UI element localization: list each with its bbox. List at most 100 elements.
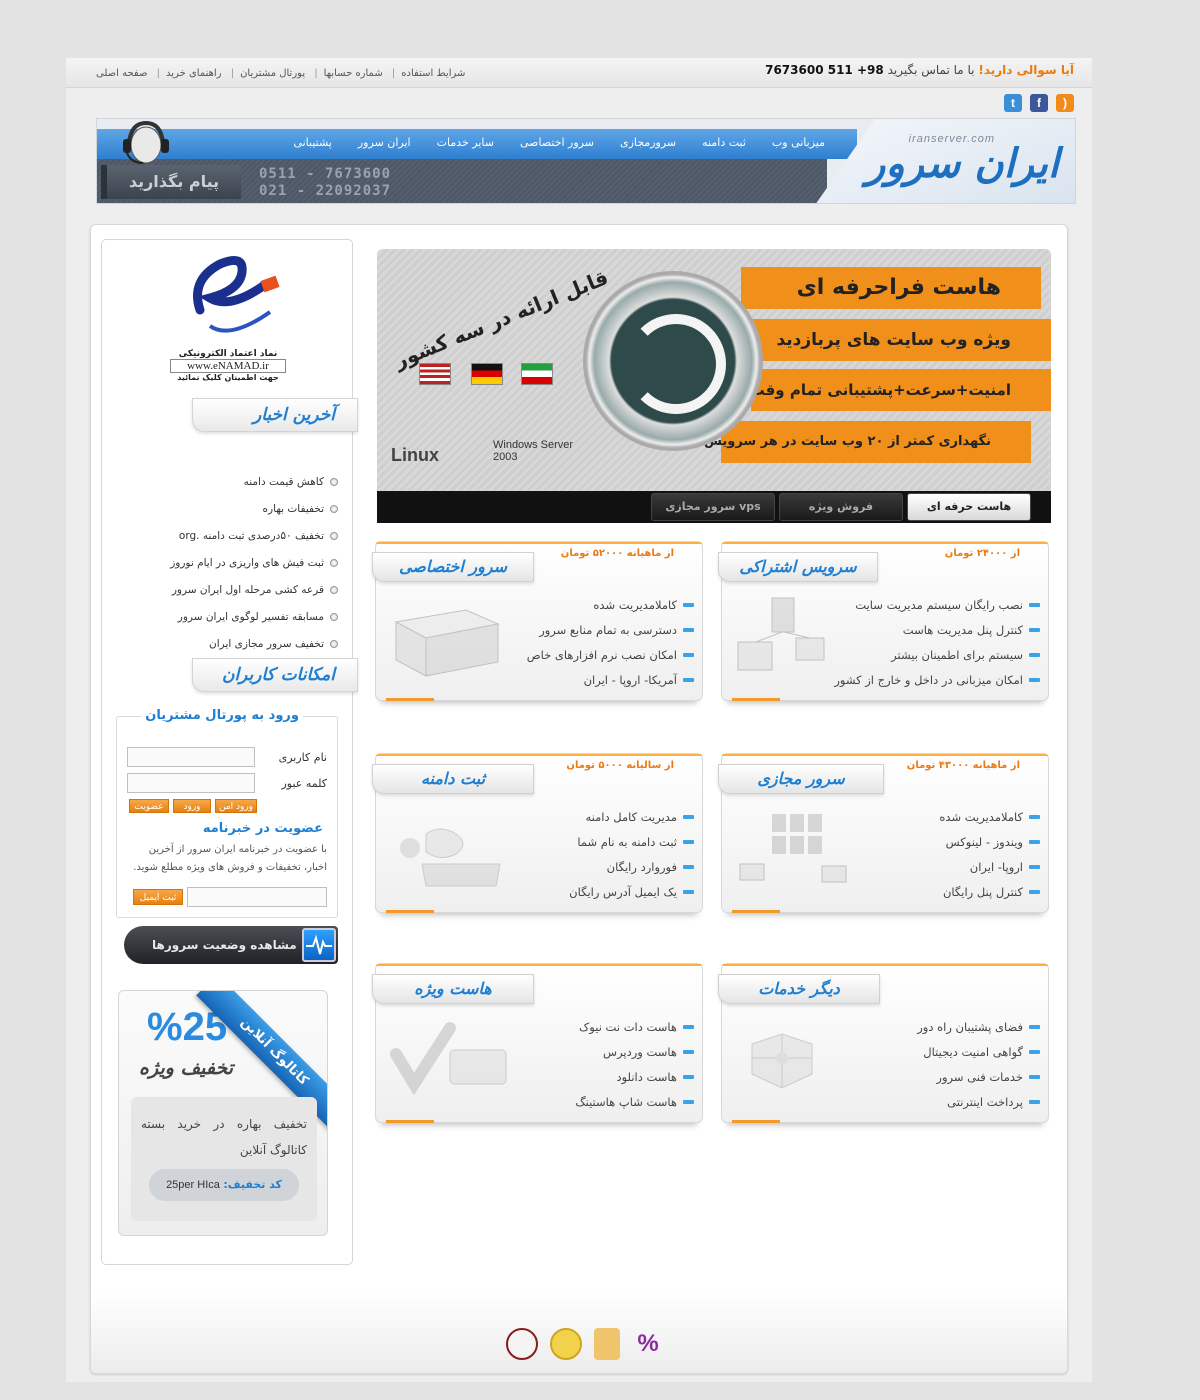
bullet-icon [330,477,338,486]
twitter-icon[interactable]: t [1004,94,1022,112]
server-status-button[interactable]: مشاهده وضعیت سرورها [124,926,338,964]
nav-web-hosting[interactable]: میزبانی وب [772,136,825,149]
bullet-icon [330,558,338,567]
card-feature: هاست شاپ هاستینگ [575,1089,694,1114]
hero-banner[interactable]: هاست فراحرفه ای ویژه وب سایت های پربازدی… [377,249,1051,523]
social-icons: t f ) [1004,94,1074,112]
banner-tagline: قابل ارائه در سه کشور [390,265,612,373]
nav-support[interactable]: پشتیبانی [293,136,331,149]
nav-other-services[interactable]: سایر خدمات [437,136,494,149]
banner-tab-vps[interactable]: سرور مجازی vps [651,493,775,521]
promo-code-label: کد تخفیف: [223,1178,282,1191]
header: 0511 - 7673600 021 - 22092037 پیام بگذار… [96,118,1076,204]
dash-icon [1029,627,1040,632]
username-input[interactable] [127,747,255,767]
news-item-label: کاهش قیمت دامنه [243,475,324,488]
card-feature: کاملامدیریت شده [527,592,694,617]
top-link-portal[interactable]: پورتال مشتریان [240,68,305,79]
card-price: از سالیانه ۵۰۰۰ تومان [566,760,674,771]
top-bar: شرایط استفاده| شماره حسابها| پورتال مشتر… [66,58,1092,88]
promo-text: تخفیف بهاره در خرید بسته کاتالوگ آنلاین [141,1117,307,1157]
rss-icon[interactable]: ) [1056,94,1074,112]
dash-icon [1029,864,1040,869]
news-item[interactable]: مسابقه تفسیر لوگوی ایران سرور [118,603,338,630]
card-feature: دسترسی به تمام منابع سرور [527,617,694,642]
top-link-terms[interactable]: شرایط استفاده [401,68,465,79]
service-card-vps[interactable]: از ماهیانه ۴۳۰۰۰ تومان سرور مجازی کاملام… [718,753,1049,913]
banner-tab-special-sale[interactable]: فروش ویژه [779,493,903,521]
bank-logo-icon[interactable] [506,1328,538,1360]
news-title: آخرین اخبار [192,398,358,432]
newsletter-submit-button[interactable]: ثبت ایمیل [133,889,183,905]
nav-about[interactable]: ایران سرور [358,136,411,149]
enamad-logo-icon [193,255,280,333]
news-list: کاهش قیمت دامنه تخفیفات بهاره تخفیف ۵۰در… [118,468,338,657]
top-link-guide[interactable]: راهنمای خرید [166,68,221,79]
contact-phone: 98+ 511 7673600 [765,63,884,77]
service-card-domain[interactable]: از سالیانه ۵۰۰۰ تومان ثبت دامنه مدیریت ک… [372,753,703,913]
dash-icon [1029,1049,1040,1054]
facebook-icon[interactable]: f [1030,94,1048,112]
card-feature: ثبت دامنه به نام شما [569,829,694,854]
card-feature: اروپا- ایران [939,854,1040,879]
dash-icon [683,889,694,894]
news-item-label: تخفیف ۵۰درصدی ثبت دامنه .org [178,529,324,542]
top-link-accounts[interactable]: شماره حسابها [324,68,383,79]
leave-message-button[interactable]: پیام بگذارید [101,165,241,199]
bullet-icon [330,612,338,621]
paypal-verified-icon[interactable] [550,1328,582,1360]
contact-info: آیا سوالی دارید! با ما تماس بگیرید 98+ 5… [765,63,1074,77]
card-features: مدیریت کامل دامنه ثبت دامنه به نام شما ف… [569,804,694,904]
card-feature: گواهی امنیت دیجیتال [917,1039,1040,1064]
card-features: فضای پشتیبان راه دور گواهی امنیت دیجیتال… [917,1014,1040,1114]
password-input[interactable] [127,773,255,793]
card-feature: فوروارد رایگان [569,854,694,879]
dash-icon [683,1099,694,1104]
card-feature: کنترل پنل رایگان [939,879,1040,904]
iran-flag-icon [521,363,553,385]
dash-icon [1029,814,1040,819]
bullet-icon [330,639,338,648]
percent-logo-icon[interactable]: % [632,1328,664,1360]
card-feature: ویندوز - لینوکس [939,829,1040,854]
news-item[interactable]: ثبت فیش های واریزی در ایام نوروز [118,549,338,576]
dash-icon [1029,1024,1040,1029]
contact-text: با ما تماس بگیرید [887,63,975,77]
dash-icon [683,627,694,632]
card-feature: کنترل پنل مدیریت هاست [834,617,1040,642]
login-button[interactable]: ورود [173,799,211,813]
nav-domain[interactable]: ثبت دامنه [702,136,746,149]
news-item[interactable]: تخفیف ۵۰درصدی ثبت دامنه .org [118,522,338,549]
card-feature: امکان نصب نرم افزارهای خاص [527,642,694,667]
top-link-home[interactable]: صفحه اصلی [96,68,147,79]
news-item[interactable]: کاهش قیمت دامنه [118,468,338,495]
virtual-servers-icon [739,814,847,883]
promo-box[interactable]: %25 تخفیف ویژه کاتالوگ آنلاین تخفیف بهار… [118,990,328,1236]
enamad-badge[interactable]: نماد اعتماد الکترونیکی www.eNAMAD.ir جهت… [170,250,286,386]
banner-tab-pro-host[interactable]: هاست حرفه ای [907,493,1031,521]
card-title: سرویس اشتراکی [718,552,878,582]
banner-line-4: نگهداری کمتر از ۲۰ وب سایت در هر سرویس [704,421,1031,463]
logo: ایران سرور [866,141,1061,187]
samandehi-icon[interactable] [594,1328,620,1360]
nav-dedicated[interactable]: سرور اختصاصی [520,136,594,149]
service-card-shared[interactable]: از ۲۴۰۰۰ تومان سرویس اشتراکی نصب رایگان … [718,541,1049,701]
newsletter-email-input[interactable] [187,887,327,907]
dash-icon [1029,889,1040,894]
card-feature: کاملامدیریت شده [939,804,1040,829]
card-title: دیگر خدمات [718,974,880,1004]
secure-login-button[interactable]: ورود امن [215,799,257,813]
footer-badges: % [506,1328,664,1360]
register-button[interactable]: عضویت [129,799,169,813]
service-card-dedicated[interactable]: از ماهیانه ۵۲۰۰۰ تومان سرور اختصاصی کامل… [372,541,703,701]
service-card-other[interactable]: دیگر خدمات فضای پشتیبان راه دور گواهی ام… [718,963,1049,1123]
promo-code-value: 25per HIca [166,1179,220,1191]
news-item[interactable]: تخفیفات بهاره [118,495,338,522]
nav-vps[interactable]: سرورمجازی [620,136,676,149]
card-feature: فضای پشتیبان راه دور [917,1014,1040,1039]
news-item[interactable]: تخفیف سرور مجازی ایران [118,630,338,657]
linux-logo: Linux [391,445,439,465]
service-card-special-host[interactable]: هاست ویژه هاست دات نت نیوک هاست وردپرس ه… [372,963,703,1123]
login-box: ورود به پورتال مشتریان نام کاربری کلمه ع… [116,708,338,918]
news-item[interactable]: قرعه کشی مرحله اول ایران سرور [118,576,338,603]
